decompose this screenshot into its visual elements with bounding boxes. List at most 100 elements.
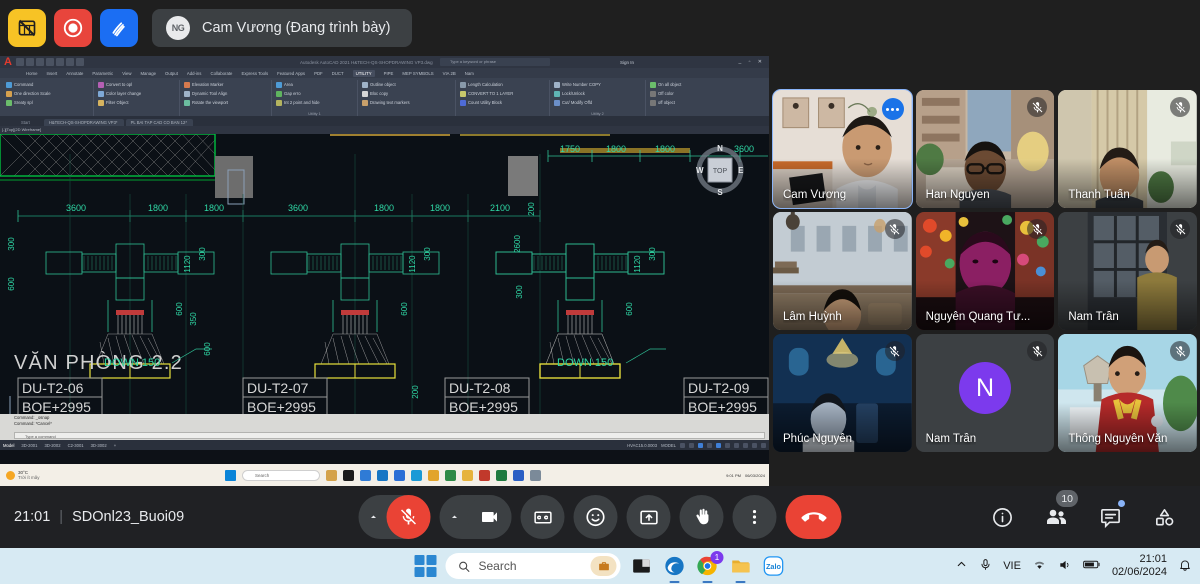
ribbon-item[interactable]: Write Number COPY: [562, 82, 601, 87]
people-button[interactable]: 10: [1036, 490, 1078, 537]
ribbon-item[interactable]: Command: [14, 82, 33, 87]
ribbon-item[interactable]: Dynamic Tool Align: [192, 91, 227, 96]
edge-icon[interactable]: [663, 554, 687, 583]
cad-signin-button[interactable]: Sign In: [620, 60, 634, 65]
cad-status-bar[interactable]: Model 3D-2001 3D-2002 C2-3001 3D-3002 + …: [0, 440, 769, 450]
record-icon[interactable]: [54, 9, 92, 47]
annotation-scale-icon[interactable]: [734, 442, 739, 448]
lineweight-toggle-icon[interactable]: [725, 442, 730, 448]
status-space[interactable]: MODEL: [661, 443, 676, 448]
grid-toggle-icon[interactable]: [680, 442, 685, 448]
fullscreen-icon[interactable]: [761, 442, 766, 448]
shared-search-box[interactable]: Search: [242, 469, 320, 481]
zalo-taskbar-icon[interactable]: [411, 469, 422, 481]
snap-toggle-icon[interactable]: [689, 442, 694, 448]
camera-button[interactable]: [467, 495, 512, 539]
microphone-control-group[interactable]: [358, 495, 431, 539]
end-call-button[interactable]: [785, 495, 842, 539]
cad-viewport-label[interactable]: [-][Top][2D Wireframe]: [0, 126, 769, 134]
cad-command-input[interactable]: Type a command: [14, 432, 765, 439]
ribbon-tab[interactable]: MEP SYMBOLS: [402, 71, 433, 76]
battery-icon[interactable]: [1083, 558, 1101, 574]
ribbon-tab-utility[interactable]: UTILITY: [352, 69, 375, 77]
chrome-icon[interactable]: 1: [696, 551, 724, 583]
status-tab-add[interactable]: +: [114, 443, 116, 448]
captions-button[interactable]: [520, 495, 565, 539]
excel2-taskbar-icon[interactable]: [496, 469, 507, 481]
camera-control-group[interactable]: [439, 495, 512, 539]
ribbon-item[interactable]: Sreaty spl: [14, 100, 33, 105]
ribbon-item[interactable]: Convert to opl: [106, 82, 132, 87]
ribbon-item[interactable]: Int 2 point and hide: [284, 100, 320, 105]
ribbon-item[interactable]: Elevation Marker: [192, 82, 223, 87]
camera-options-chevron-icon[interactable]: [442, 511, 468, 523]
taskbar-clock[interactable]: 21:01 02/06/2024: [1112, 553, 1167, 579]
activities-button[interactable]: [1144, 497, 1184, 537]
ribbon-tab[interactable]: Home: [26, 71, 37, 76]
ribbon-item[interactable]: Bloc copy: [370, 91, 388, 96]
microphone-options-chevron-icon[interactable]: [361, 511, 387, 523]
notification-bell-icon[interactable]: [1178, 558, 1192, 575]
teams-taskbar-icon[interactable]: [360, 469, 371, 481]
ribbon-tab[interactable]: View: [122, 71, 131, 76]
participant-tile[interactable]: Lâm Huỳnh: [773, 212, 912, 330]
status-tab[interactable]: 3D-3002: [91, 443, 107, 448]
ribbon-tab[interactable]: Nam: [465, 71, 474, 76]
ribbon-item[interactable]: Count Utility Block: [468, 100, 502, 105]
ribbon-item[interactable]: Rotate the viewport: [192, 100, 228, 105]
cad-ribbon-tabs[interactable]: Home Insert Annotate Parametric View Man…: [0, 68, 769, 78]
status-tab-model[interactable]: Model: [3, 443, 14, 448]
ribbon-item[interactable]: Cut/ Modify Offd: [562, 100, 592, 105]
doc-tab[interactable]: H&TECH-QS-SHOPDRAWING VP3*: [43, 119, 124, 126]
acrobat-taskbar-icon[interactable]: [479, 469, 490, 481]
workspace-icon[interactable]: [743, 442, 748, 448]
file-explorer-icon[interactable]: [729, 554, 753, 583]
new-icon[interactable]: [15, 58, 24, 66]
redo-icon[interactable]: [75, 58, 84, 66]
shared-taskbar-tray[interactable]: 9:01 PM 06/03/2024: [726, 473, 765, 478]
cad-viewcube[interactable]: TOP N S W E: [693, 142, 747, 202]
speaker-icon[interactable]: [1058, 558, 1072, 575]
doc-tab-start[interactable]: Start: [16, 119, 42, 126]
participant-tile[interactable]: Nam Trần: [1058, 212, 1197, 330]
ribbon-tab[interactable]: Annotate: [66, 71, 83, 76]
ribbon-item[interactable]: CONVERT TO 1 LAYER: [468, 91, 513, 96]
ribbon-item[interactable]: Length Calculation: [468, 82, 503, 87]
briefcase-icon[interactable]: [590, 556, 617, 576]
terminal-taskbar-icon[interactable]: [343, 469, 354, 481]
more-options-button[interactable]: [732, 495, 777, 539]
ribbon-item[interactable]: Drawing text markers: [370, 100, 410, 105]
ribbon-tab[interactable]: DUCT: [332, 71, 344, 76]
start-button-icon[interactable]: [414, 555, 437, 577]
status-tab[interactable]: C2-3001: [68, 443, 84, 448]
wifi-icon[interactable]: [1032, 557, 1047, 575]
plot-icon[interactable]: [55, 58, 64, 66]
ribbon-tab[interactable]: Express Tools: [241, 71, 268, 76]
cad-search-input[interactable]: Type a keyword or phrase: [440, 58, 550, 66]
ribbon-item[interactable]: Outline object: [370, 82, 396, 87]
participant-tile[interactable]: Cam Vương: [772, 89, 913, 209]
ribbon-tab[interactable]: Output: [165, 71, 178, 76]
edge-taskbar-icon[interactable]: [377, 469, 388, 481]
ribbon-tab[interactable]: PDF: [314, 71, 323, 76]
outlook-taskbar-icon[interactable]: [394, 469, 405, 481]
ribbon-item[interactable]: Lock/Unlock: [562, 91, 585, 96]
ribbon-tab[interactable]: Add-ins: [187, 71, 202, 76]
ribbon-tab[interactable]: Manage: [140, 71, 156, 76]
presenting-banner[interactable]: NG Cam Vương (Đang trình bày): [152, 9, 413, 47]
language-indicator[interactable]: VIE: [1003, 560, 1021, 572]
ribbon-tab[interactable]: PIPE: [384, 71, 394, 76]
osnap-toggle-icon[interactable]: [716, 442, 721, 448]
participant-tile[interactable]: Thanh Tuấn: [1058, 90, 1197, 208]
ribbon-tab[interactable]: Insert: [46, 71, 57, 76]
present-screen-button[interactable]: [626, 495, 671, 539]
meeting-details-button[interactable]: [982, 497, 1022, 537]
shared-windows-taskbar[interactable]: 30°C Trời ít mây Search 9:01 PM 06/03/20…: [0, 464, 769, 486]
participant-tile[interactable]: N Nam Trần: [915, 334, 1055, 452]
ribbon-item[interactable]: Filter Object: [106, 100, 129, 105]
ribbon-tab[interactable]: Parametric: [92, 71, 113, 76]
cad-status-right[interactable]: HVAC15.0.0003 MODEL: [627, 442, 766, 448]
microphone-icon[interactable]: [979, 558, 992, 574]
cad-document-tabs[interactable]: Start H&TECH-QS-SHOPDRAWING VP3* PL BAI …: [0, 116, 769, 126]
save-icon[interactable]: [35, 58, 44, 66]
